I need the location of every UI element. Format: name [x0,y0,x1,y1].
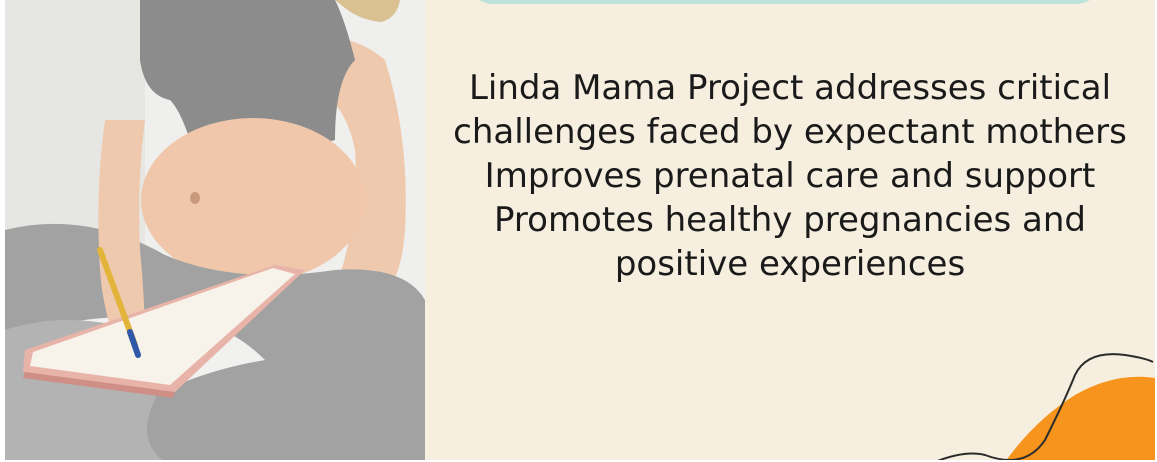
slide: Linda Mama Project addresses critical ch… [0,0,1157,462]
body-text: Linda Mama Project addresses critical ch… [453,68,1127,284]
text-panel: Linda Mama Project addresses critical ch… [425,0,1155,462]
pregnant-woman-photo [5,0,425,462]
teal-header-shape [467,0,1102,4]
